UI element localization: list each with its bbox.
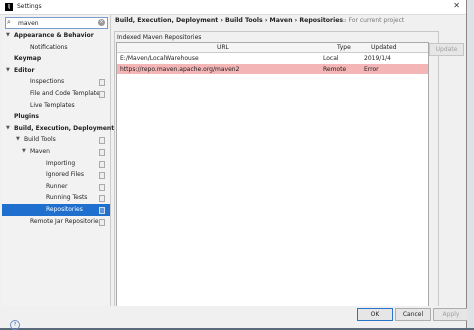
tree-item-label: Keymap (14, 55, 42, 63)
tree-item-label: Build Tools (24, 136, 56, 144)
tree-item[interactable]: ▼ Appearance & Behavior (2, 30, 110, 42)
cell-updated: Error (364, 66, 379, 73)
tree-item-label: Running Tests (46, 194, 88, 202)
app-icon: IJ (5, 3, 13, 11)
tree-item-label: Plugins (14, 113, 39, 121)
search-input[interactable]: ⌕ maven × (5, 17, 108, 29)
settings-sidebar: ⌕ maven × ▼ Appearance & Behavior Notifica… (2, 15, 114, 315)
cell-updated: 2019/1/4 (364, 55, 391, 62)
tree-item-label: Appearance & Behavior (14, 32, 94, 39)
tree-item-label: Build, Execution, Deployment (14, 124, 115, 132)
project-scope-icon (99, 148, 105, 156)
tree-item-label: Editor (14, 66, 35, 74)
project-scope-icon (99, 90, 105, 98)
tree-item-label: Runner (46, 182, 68, 190)
cancel-button[interactable]: Cancel (395, 308, 431, 321)
repositories-panel: Build, Execution, Deployment › Build Too… (111, 15, 466, 315)
scope-label: ▭ For current project (341, 17, 405, 24)
window-title: Settings (17, 3, 42, 10)
cell-url: https://repo.maven.apache.org/maven2 (120, 66, 240, 73)
header-updated[interactable]: Updated (371, 44, 397, 51)
tree-item-label: Maven (30, 147, 50, 155)
project-scope-icon (99, 137, 105, 145)
tree-item-label: Importing (46, 159, 76, 167)
tree-item[interactable]: Repositories (2, 203, 110, 216)
expand-arrow-icon[interactable]: ▼ (6, 30, 10, 42)
tree-item[interactable]: Inspections (2, 76, 110, 88)
repositories-table[interactable]: URL Type Updated E:/Maven/LocalWarehouse… (116, 42, 429, 311)
tree-item[interactable]: Plugins (2, 111, 110, 123)
expand-arrow-icon[interactable]: ▼ (22, 146, 26, 158)
project-scope-icon (99, 172, 105, 180)
tree-item[interactable]: ▼ Build Tools (2, 134, 110, 146)
table-header: URL Type Updated (117, 43, 428, 53)
dialog-footer: ? OK Cancel Apply (0, 306, 469, 330)
table-row[interactable]: E:/Maven/LocalWarehouse Local 2019/1/4 (117, 53, 428, 63)
help-icon[interactable]: ? (10, 320, 20, 330)
tree-item[interactable]: Importing (2, 158, 110, 170)
project-scope-icon (99, 183, 105, 191)
project-scope-icon (99, 79, 105, 87)
cell-type: Remote (323, 66, 347, 73)
tree-item-label: Repositories (46, 205, 83, 213)
tree-item-label: Remote Jar Repositories (30, 217, 102, 225)
tree-item[interactable]: ▼ Maven (2, 146, 110, 158)
tree-item-label: Inspections (30, 78, 65, 86)
table-row[interactable]: https://repo.maven.apache.org/maven2 Remo… (117, 64, 428, 74)
tree-item[interactable]: ▼ Build, Execution, Deployment (2, 123, 114, 135)
tree-item[interactable]: Remote Jar Repositories (2, 216, 110, 228)
project-scope-icon (99, 160, 105, 168)
header-type[interactable]: Type (337, 44, 351, 51)
clear-search-icon[interactable]: × (98, 19, 105, 26)
tree-item[interactable]: Keymap (2, 53, 110, 65)
tree-item-label: Ignored Files (46, 171, 84, 179)
tree-item[interactable]: Ignored Files (2, 169, 110, 181)
background-strip (467, 0, 474, 328)
indexed-repositories-group: Indexed Maven Repositories URL Type Upda… (114, 31, 439, 313)
expand-arrow-icon[interactable]: ▼ (6, 123, 10, 135)
settings-tree: ▼ Appearance & Behavior Notifications Keyma… (2, 30, 114, 228)
tree-item[interactable]: Running Tests (2, 192, 110, 204)
tree-item[interactable]: Live Templates (2, 100, 110, 112)
title-bar: IJ Settings ✕ (0, 0, 466, 15)
search-icon: ⌕ (7, 18, 11, 26)
tree-item[interactable]: Runner (2, 181, 110, 193)
tree-item[interactable]: ▼ Editor (2, 65, 110, 77)
project-scope-icon (99, 206, 105, 214)
tree-item-label: Live Templates (30, 101, 75, 109)
settings-window: IJ Settings ✕ ⌕ maven × ▼ Appearance & Be… (0, 0, 469, 330)
update-button[interactable]: Update (429, 43, 464, 56)
cell-type: Local (323, 55, 339, 62)
project-scope-icon (99, 195, 105, 203)
expand-arrow-icon[interactable]: ▼ (6, 65, 10, 77)
cell-url: E:/Maven/LocalWarehouse (120, 55, 199, 62)
expand-arrow-icon[interactable]: ▼ (16, 134, 20, 146)
tree-item-label: Notifications (30, 43, 68, 51)
search-value: maven (18, 20, 39, 27)
ok-button[interactable]: OK (357, 308, 393, 321)
tree-item-label: File and Code Templates (30, 89, 103, 97)
breadcrumb: Build, Execution, Deployment › Build Too… (115, 17, 344, 24)
tree-item[interactable]: File and Code Templates (2, 88, 110, 100)
project-scope-icon (99, 218, 105, 226)
tree-item[interactable]: Notifications (2, 42, 110, 54)
close-icon[interactable]: ✕ (453, 1, 460, 10)
group-label: Indexed Maven Repositories (117, 34, 202, 41)
scope-text: For current project (348, 17, 405, 24)
header-url[interactable]: URL (217, 44, 229, 51)
apply-button[interactable]: Apply (433, 308, 469, 321)
